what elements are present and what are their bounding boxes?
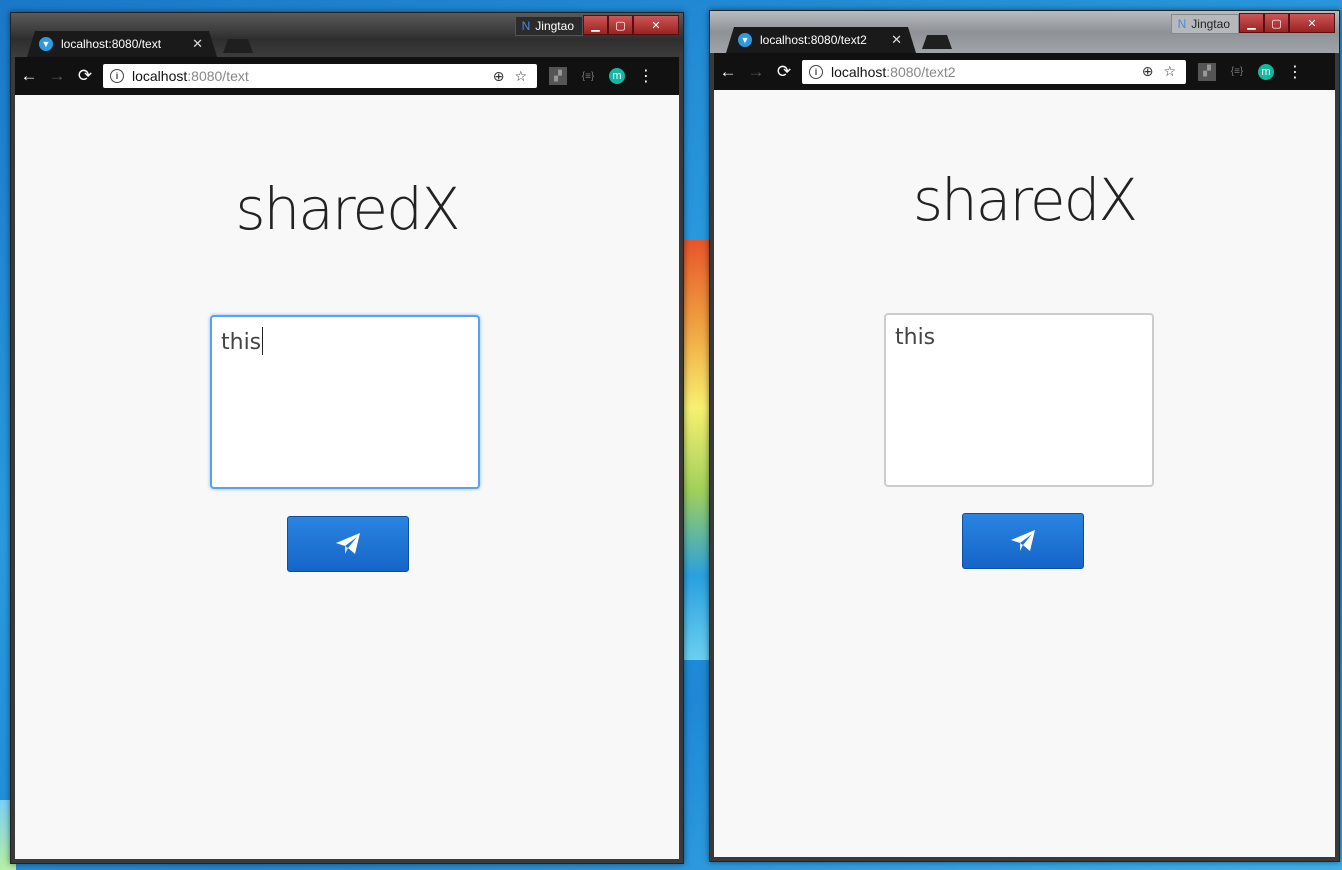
page-content: sharedX this: [15, 95, 679, 859]
info-icon[interactable]: i: [809, 64, 823, 79]
forward-icon[interactable]: →: [43, 66, 71, 86]
new-tab-button[interactable]: [922, 35, 952, 49]
url-text[interactable]: localhost:8080/text2: [831, 64, 1142, 80]
profile-icon: N: [521, 19, 531, 33]
text-input-value: this: [895, 325, 936, 350]
reload-icon[interactable]: ⟳: [770, 62, 798, 82]
menu-icon[interactable]: ⋮: [637, 67, 655, 85]
paper-plane-icon: [336, 533, 360, 554]
text-input-value: this: [221, 330, 262, 355]
profile-name: Jingtao: [1191, 17, 1230, 31]
info-icon[interactable]: i: [110, 69, 124, 83]
send-button[interactable]: [287, 516, 409, 572]
forward-icon[interactable]: →: [742, 62, 770, 82]
browser-window-1: N Jingtao ▁ ▢ ✕ ▼ localhost:8080/text ✕ …: [10, 12, 684, 864]
pdf-extension-icon[interactable]: ▞: [549, 67, 567, 85]
text-input[interactable]: this: [884, 313, 1154, 487]
toolbar: ← → ⟳ i localhost:8080/text2 ⊕ ☆ ▞ {≡} m…: [714, 53, 1335, 90]
tab-close-icon[interactable]: ✕: [891, 32, 902, 48]
maximize-button[interactable]: ▢: [1264, 13, 1289, 33]
url-host: localhost: [132, 68, 188, 84]
window-controls: ▁ ▢ ✕: [583, 15, 679, 35]
title-bar: N Jingtao ▁ ▢ ✕ ▼ localhost:8080/text ✕: [11, 13, 683, 57]
url-host: localhost: [831, 63, 887, 80]
paper-plane-icon: [1011, 530, 1035, 551]
profile-button[interactable]: N Jingtao: [1170, 14, 1239, 34]
address-bar[interactable]: i localhost:8080/text ⊕ ☆: [103, 64, 537, 88]
close-window-button[interactable]: ✕: [1289, 13, 1335, 33]
page-content: sharedX this: [714, 90, 1335, 857]
page-title: sharedX: [235, 175, 460, 243]
close-window-button[interactable]: ✕: [633, 15, 679, 35]
profile-icon: N: [1177, 17, 1187, 31]
zoom-icon[interactable]: ⊕: [493, 68, 505, 85]
reload-icon[interactable]: ⟳: [71, 66, 99, 86]
url-path: :8080/text2: [886, 63, 956, 80]
url-path: :8080/text: [187, 68, 249, 84]
tab-active[interactable]: ▼ localhost:8080/text2 ✕: [726, 27, 916, 53]
pdf-extension-icon[interactable]: ▞: [1198, 62, 1216, 81]
tab-active[interactable]: ▼ localhost:8080/text ✕: [27, 31, 217, 57]
window-controls: ▁ ▢ ✕: [1239, 13, 1335, 33]
minimize-button[interactable]: ▁: [1239, 13, 1264, 33]
favicon-icon: ▼: [39, 37, 53, 51]
text-input[interactable]: this: [210, 315, 480, 489]
menu-icon[interactable]: ⋮: [1286, 63, 1304, 81]
zoom-icon[interactable]: ⊕: [1142, 63, 1154, 80]
json-extension-icon[interactable]: {≡}: [1228, 63, 1246, 81]
back-icon[interactable]: ←: [714, 62, 742, 82]
page-title: sharedX: [912, 166, 1138, 234]
favicon-icon: ▼: [738, 33, 752, 47]
m-extension-icon[interactable]: m: [609, 68, 625, 84]
toolbar: ← → ⟳ i localhost:8080/text ⊕ ☆ ▞ {≡} m …: [15, 57, 679, 95]
star-icon[interactable]: ☆: [514, 68, 527, 85]
profile-button[interactable]: N Jingtao: [514, 16, 583, 36]
tab-close-icon[interactable]: ✕: [192, 36, 203, 52]
send-button[interactable]: [962, 513, 1084, 569]
profile-name: Jingtao: [535, 19, 574, 33]
text-caret: [262, 327, 264, 355]
browser-window-2: N Jingtao ▁ ▢ ✕ ▼ localhost:8080/text2 ✕…: [709, 10, 1340, 862]
new-tab-button[interactable]: [223, 39, 253, 53]
tab-title: localhost:8080/text2: [760, 33, 867, 47]
tab-title: localhost:8080/text: [61, 37, 162, 51]
title-bar: N Jingtao ▁ ▢ ✕ ▼ localhost:8080/text2 ✕: [710, 11, 1339, 53]
url-text[interactable]: localhost:8080/text: [132, 68, 493, 84]
m-extension-icon[interactable]: m: [1258, 63, 1274, 80]
star-icon[interactable]: ☆: [1163, 63, 1176, 80]
minimize-button[interactable]: ▁: [583, 15, 608, 35]
json-extension-icon[interactable]: {≡}: [579, 67, 597, 85]
address-bar[interactable]: i localhost:8080/text2 ⊕ ☆: [802, 59, 1186, 84]
maximize-button[interactable]: ▢: [608, 15, 633, 35]
back-icon[interactable]: ←: [15, 66, 43, 86]
